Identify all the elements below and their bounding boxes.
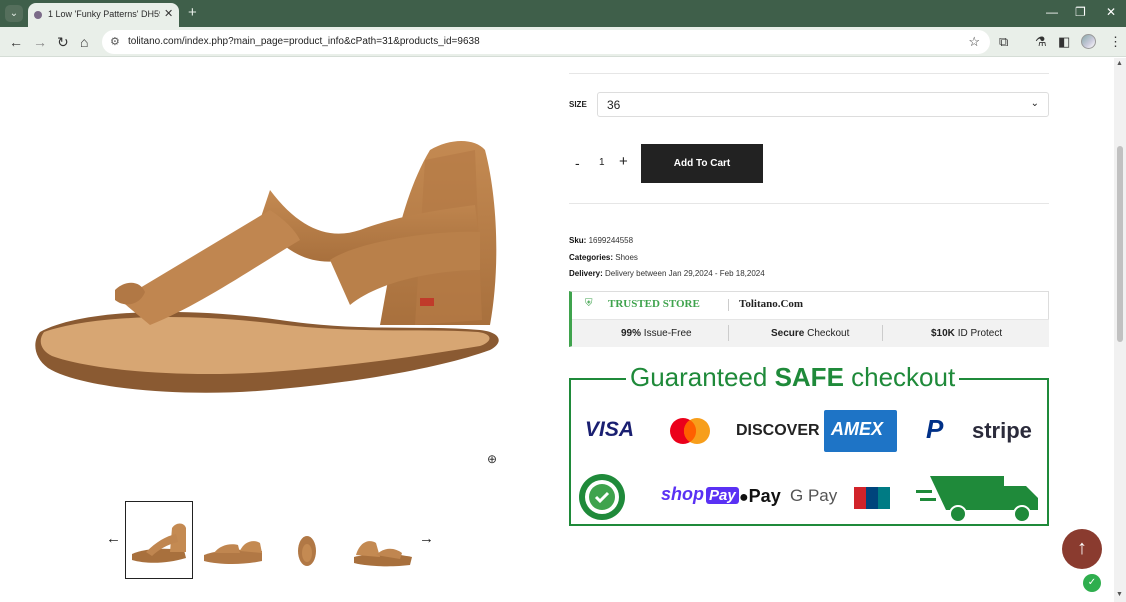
trust-features: 99% Issue-Free Secure Checkout $10K ID P… — [572, 319, 1049, 347]
url-text[interactable]: tolitano.com/index.php?main_page=product… — [128, 36, 480, 47]
safe-checkout-title: Guaranteed SAFE checkout — [626, 362, 960, 392]
menu-icon[interactable]: ⋮ — [1109, 34, 1122, 50]
trusted-store-label: TRUSTED STORE — [608, 298, 700, 310]
size-select[interactable]: 36 ⌄ — [597, 92, 1049, 117]
extensions-icon[interactable]: ⧉ — [999, 34, 1008, 50]
store-name: Tolitano.Com — [739, 298, 804, 310]
thumbnail-image — [132, 523, 186, 563]
gallery-prev-icon[interactable]: ← — [106, 530, 121, 547]
gallery-next-icon[interactable]: → — [419, 530, 434, 547]
reload-icon[interactable]: ↻ — [57, 34, 69, 51]
paypal-icon: P — [926, 414, 944, 444]
scroll-down-icon[interactable]: ▼ — [1116, 591, 1123, 598]
delivery-row: Delivery: Delivery between Jan 29,2024 -… — [569, 269, 765, 278]
delivery-label: Delivery: — [569, 269, 603, 278]
safe-secure-checkout-seal — [579, 474, 625, 520]
trust-feature-id-protect: $10K ID Protect — [931, 328, 1003, 339]
scrollbar-thumb[interactable] — [1117, 146, 1123, 342]
new-tab-icon[interactable]: + — [188, 4, 197, 21]
categories-label: Categories: — [569, 253, 614, 262]
shop-pay-logo: shop Pay — [661, 484, 739, 505]
apple-pay-logo: ●Pay — [739, 486, 781, 506]
site-favicon-icon — [34, 11, 42, 19]
discover-logo: DISCOVER — [736, 422, 820, 439]
add-to-cart-button[interactable]: Add To Cart — [641, 144, 763, 183]
gallery-thumbnail[interactable] — [350, 531, 416, 571]
amex-logo: AMEX — [824, 410, 897, 452]
size-value: 36 — [607, 98, 621, 112]
sku-row: Sku: 1699244558 — [569, 236, 633, 245]
side-panel-icon[interactable]: ◧ — [1058, 34, 1070, 50]
divider — [728, 299, 729, 311]
apple-icon: ● — [739, 489, 749, 506]
browser-tab-strip: ⌄ 1 Low 'Funky Patterns' DH5927 ✕ + — ❐ … — [0, 0, 1126, 27]
profile-icon[interactable] — [1081, 34, 1096, 49]
chevron-down-icon: ⌄ — [1030, 98, 1039, 109]
window-close-icon[interactable]: ✕ — [1106, 5, 1116, 19]
page-scrollbar[interactable]: ▲ ▼ — [1114, 58, 1126, 602]
scroll-up-icon[interactable]: ▲ — [1116, 60, 1123, 67]
restore-icon[interactable]: ❐ — [1075, 5, 1086, 19]
google-pay-logo: G Pay — [790, 486, 838, 505]
browser-tab[interactable]: 1 Low 'Funky Patterns' DH5927 ✕ — [28, 3, 179, 27]
star-icon[interactable]: ☆ — [968, 34, 980, 50]
stripe-logo: stripe — [972, 418, 1032, 443]
express-delivery-icon — [916, 476, 1038, 523]
omnibox[interactable]: ⚙ tolitano.com/index.php?main_page=produ… — [102, 30, 990, 54]
unionpay-logo — [854, 487, 890, 509]
product-main-image[interactable] — [20, 120, 520, 450]
divider — [728, 325, 729, 341]
categories-row: Categories: Shoes — [569, 253, 638, 262]
gallery-thumbnail-active[interactable] — [125, 501, 193, 579]
sku-label: Sku: — [569, 236, 587, 245]
minimize-icon[interactable]: — — [1046, 5, 1058, 19]
zoom-in-icon[interactable]: ⊕ — [487, 452, 497, 466]
trust-feature-secure: Secure Checkout — [771, 328, 850, 339]
forward-icon[interactable]: → — [33, 34, 47, 50]
shield-icon: ⛨ — [585, 298, 593, 309]
quantity-increase-button[interactable]: + — [619, 153, 628, 170]
trust-feature-issue-free: 99% Issue-Free — [621, 328, 692, 339]
gallery-thumbnail[interactable] — [294, 531, 320, 571]
sku-value: 1699244558 — [588, 236, 634, 245]
divider — [569, 203, 1049, 204]
quantity-value[interactable]: 1 — [599, 157, 605, 168]
back-icon[interactable]: ← — [9, 34, 23, 50]
safe-checkout-badge: Guaranteed SAFE checkout VISA DISCOVER A… — [569, 362, 1049, 526]
gallery-thumbnail[interactable] — [200, 531, 266, 571]
accessibility-icon[interactable]: ✓ — [1083, 574, 1101, 592]
visa-logo: VISA — [585, 418, 635, 441]
site-info-icon[interactable]: ⚙ — [110, 35, 120, 48]
trusted-store-box: ⛨ TRUSTED STORE Tolitano.Com 99% Issue-F… — [569, 291, 1049, 347]
categories-link[interactable]: Shoes — [615, 253, 638, 262]
tab-search-icon[interactable]: ⌄ — [5, 5, 23, 22]
mastercard-icon — [670, 418, 710, 444]
labs-icon[interactable]: ⚗ — [1035, 34, 1047, 50]
address-bar-row: ← → ↻ ⌂ ⚙ tolitano.com/index.php?main_pa… — [0, 27, 1126, 57]
tab-title: 1 Low 'Funky Patterns' DH5927 — [48, 9, 160, 19]
quantity-decrease-button[interactable]: - — [575, 155, 580, 171]
delivery-value: Delivery between Jan 29,2024 - Feb 18,20… — [605, 269, 765, 278]
size-label: SIZE — [569, 100, 587, 109]
scroll-to-top-button[interactable]: ↑ — [1062, 529, 1102, 569]
close-icon[interactable]: ✕ — [164, 7, 173, 20]
divider — [882, 325, 883, 341]
home-icon[interactable]: ⌂ — [80, 34, 88, 50]
divider — [569, 73, 1049, 74]
